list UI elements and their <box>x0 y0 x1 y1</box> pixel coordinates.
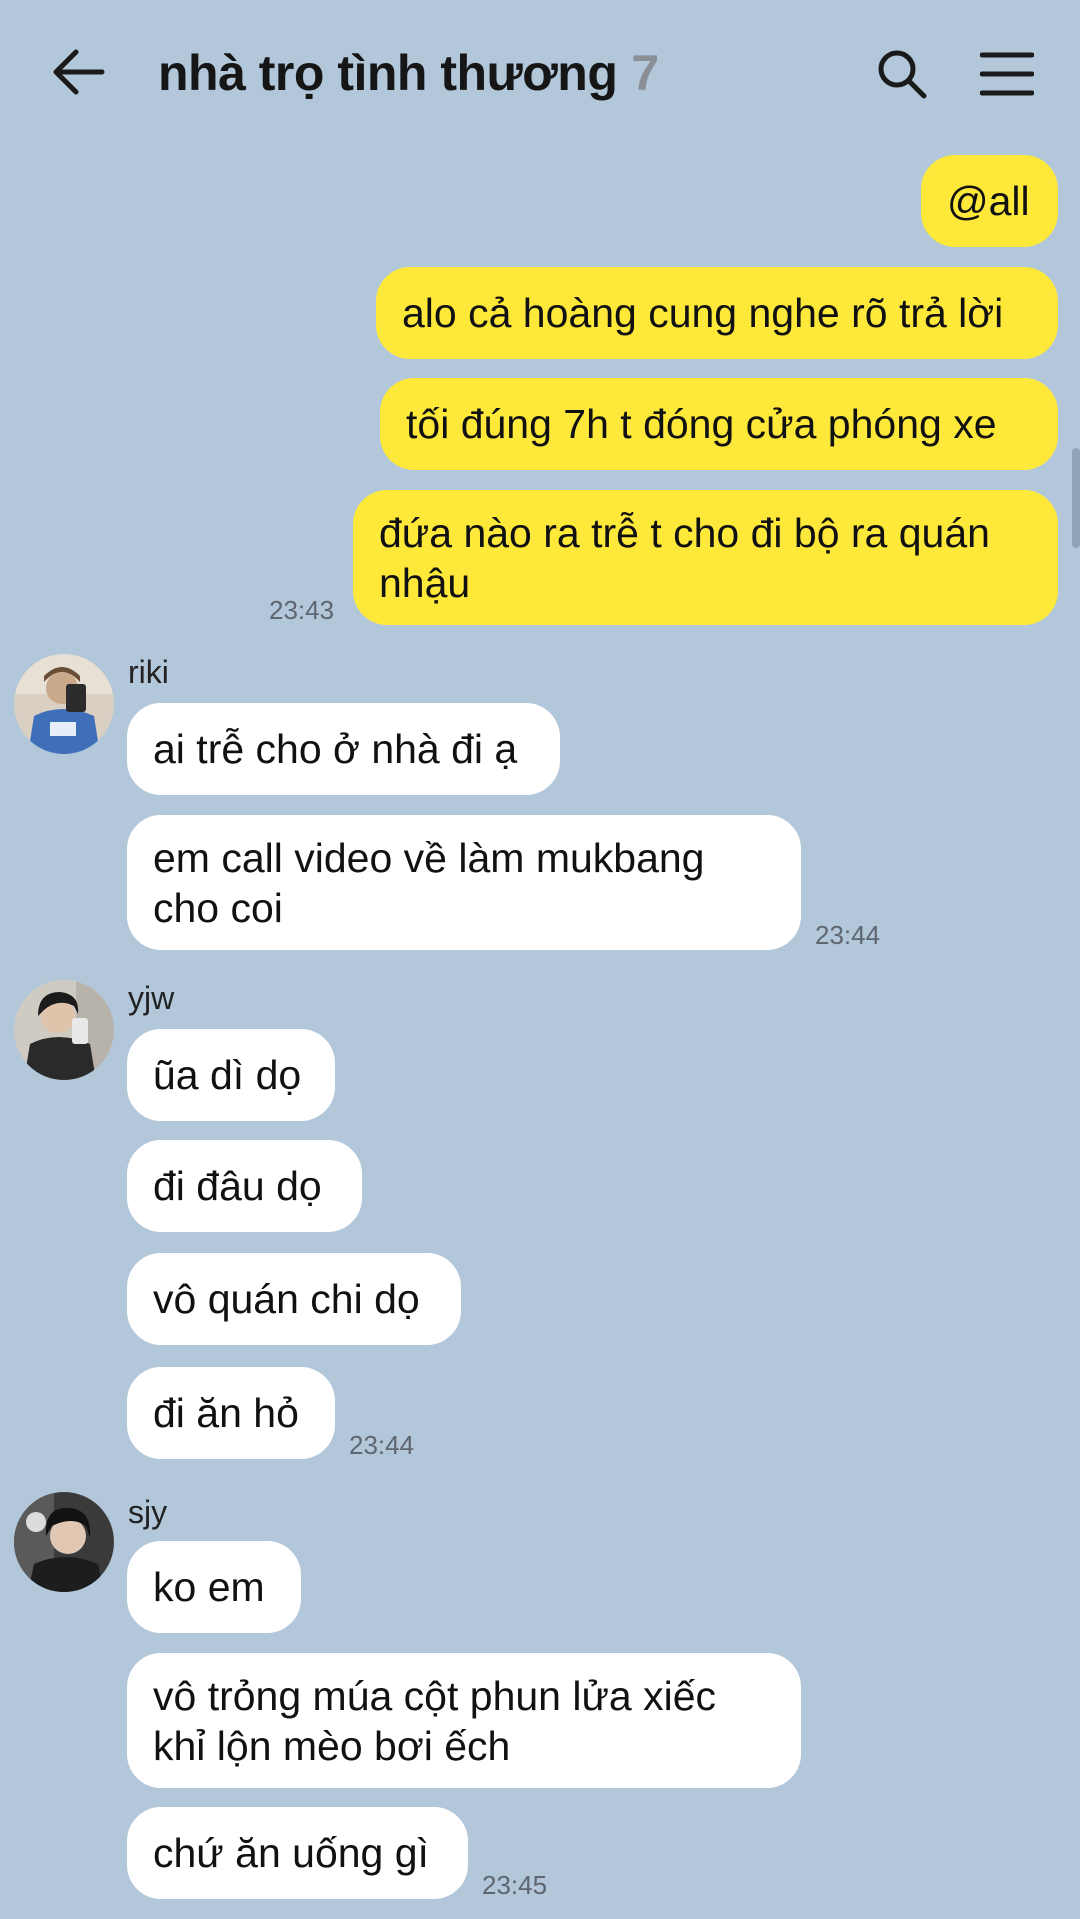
message-text: tối đúng 7h t đóng cửa phóng xe <box>406 401 997 447</box>
other-message-bubble[interactable]: ũa dì dọ <box>127 1029 335 1121</box>
message-text: đứa nào ra trễ t cho đi bộ ra quán nhậu <box>379 510 990 606</box>
member-count: 7 <box>631 45 659 101</box>
message-text: ũa dì dọ <box>153 1052 302 1098</box>
scrollbar-thumb[interactable] <box>1072 448 1080 548</box>
other-message-bubble[interactable]: vô quán chi dọ <box>127 1253 461 1345</box>
message-timestamp: 23:44 <box>349 1430 415 1460</box>
message-timestamp: 23:44 <box>815 920 881 950</box>
my-message-bubble[interactable]: đứa nào ra trễ t cho đi bộ ra quán nhậu <box>353 490 1058 625</box>
avatar-image <box>14 980 114 1080</box>
message-timestamp: 23:43 <box>269 595 335 625</box>
message-text: @all <box>947 178 1030 224</box>
message-text: ai trễ cho ở nhà đi ạ <box>153 726 518 772</box>
avatar-image <box>14 1492 114 1592</box>
avatar-riki[interactable] <box>14 654 114 754</box>
sender-name: sjy <box>128 1494 168 1530</box>
message-text: em call video về làm mukbang cho coi <box>153 835 705 931</box>
search-icon[interactable] <box>876 48 928 100</box>
other-message-bubble[interactable]: em call video về làm mukbang cho coi <box>127 815 801 950</box>
other-message-bubble[interactable]: đi đâu dọ <box>127 1140 362 1232</box>
avatar-image <box>14 654 114 754</box>
my-message-bubble[interactable]: @all <box>921 155 1058 247</box>
message-text: đi đâu dọ <box>153 1163 322 1209</box>
message-text: đi ăn hỏ <box>153 1390 299 1436</box>
message-timestamp: 23:45 <box>482 1870 548 1900</box>
sender-name: riki <box>128 654 169 690</box>
my-message-bubble[interactable]: tối đúng 7h t đóng cửa phóng xe <box>380 378 1058 470</box>
message-text: chứ ăn uống gì <box>153 1830 429 1876</box>
message-text: alo cả hoàng cung nghe rõ trả lời <box>402 290 1004 336</box>
message-text: vô quán chi dọ <box>153 1276 420 1322</box>
chat-header: nhà trọ tình thương 7 <box>0 0 1080 150</box>
sender-name: yjw <box>128 980 175 1016</box>
other-message-bubble[interactable]: chứ ăn uống gì <box>127 1807 468 1899</box>
other-message-bubble[interactable]: vô trỏng múa cột phun lửa xiếc khỉ lộn m… <box>127 1653 801 1788</box>
avatar-yjw[interactable] <box>14 980 114 1080</box>
avatar-sjy[interactable] <box>14 1492 114 1592</box>
arrow-left-icon[interactable] <box>50 48 106 96</box>
other-message-bubble[interactable]: ai trễ cho ở nhà đi ạ <box>127 703 560 795</box>
chat-title-text: nhà trọ tình thương <box>158 45 618 101</box>
my-message-bubble[interactable]: alo cả hoàng cung nghe rõ trả lời <box>376 267 1058 359</box>
other-message-bubble[interactable]: đi ăn hỏ <box>127 1367 335 1459</box>
message-text: ko em <box>153 1564 265 1610</box>
other-message-bubble[interactable]: ko em <box>127 1541 301 1633</box>
chat-title: nhà trọ tình thương 7 <box>158 44 659 102</box>
hamburger-menu-icon[interactable] <box>980 52 1034 96</box>
message-text: vô trỏng múa cột phun lửa xiếc khỉ lộn m… <box>153 1673 717 1769</box>
